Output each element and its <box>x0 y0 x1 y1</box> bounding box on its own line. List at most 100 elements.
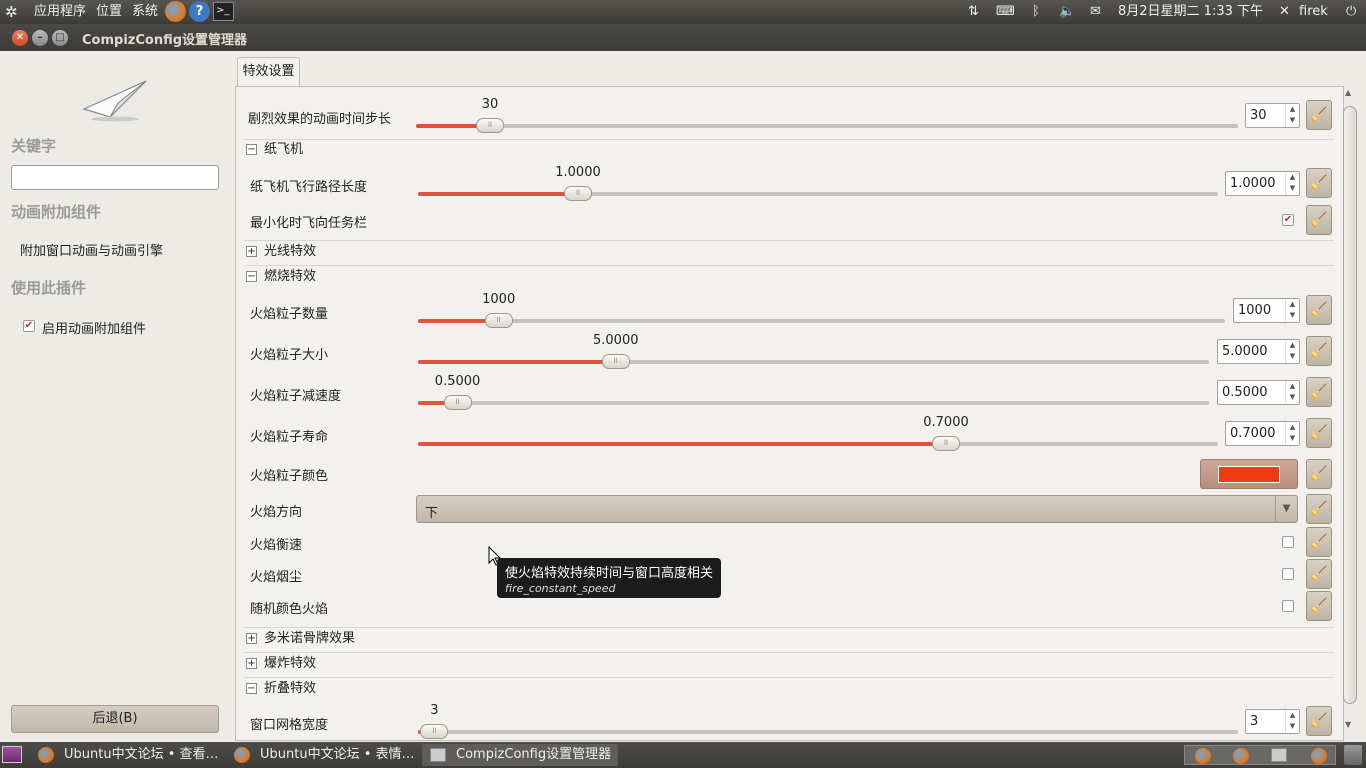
expand-icon[interactable]: + <box>246 246 257 257</box>
spin-arrows-icon[interactable]: ▲ ▼ <box>1285 340 1299 363</box>
reset-button[interactable]: 🧹 <box>1306 591 1332 621</box>
reset-button[interactable]: 🧹 <box>1306 168 1332 198</box>
spin-arrows-icon[interactable]: ▲ ▼ <box>1285 710 1299 733</box>
collapse-icon[interactable]: − <box>246 144 257 155</box>
workspace-switcher[interactable] <box>1184 745 1336 765</box>
spin-arrows-icon[interactable]: ▲ ▼ <box>1285 381 1299 404</box>
slider-thumb[interactable]: ll <box>475 118 504 133</box>
burn-smoke-checkbox[interactable] <box>1282 568 1294 580</box>
search-input[interactable] <box>11 165 219 190</box>
keyword-heading: 关键字 <box>11 137 57 155</box>
slider-thumb[interactable]: ll <box>932 436 960 451</box>
user-name[interactable]: firek <box>1299 0 1328 24</box>
scroll-thumb[interactable] <box>1343 106 1357 704</box>
fold-grid-spinbox[interactable]: 3 ▲ ▼ <box>1245 709 1300 734</box>
spin-arrows-icon[interactable]: ▲ ▼ <box>1285 172 1299 195</box>
airplane-minimize-checkbox[interactable]: ✔ <box>1282 214 1294 226</box>
airplane-path-slider[interactable]: ll 1.0000 <box>418 165 1218 201</box>
reset-button[interactable]: 🧹 <box>1306 706 1332 736</box>
menu-applications[interactable]: 应用程序 <box>34 0 86 24</box>
burn-size-spinbox[interactable]: 5.0000 ▲ ▼ <box>1217 339 1300 364</box>
airplane-path-spinbox[interactable]: 1.0000 ▲ ▼ <box>1225 171 1300 196</box>
section-airplane[interactable]: − 纸飞机 <box>246 140 303 160</box>
burn-size-slider[interactable]: ll 5.0000 <box>418 333 1209 369</box>
burn-particles-spinbox[interactable]: 1000 ▲ ▼ <box>1233 298 1300 323</box>
reset-button[interactable]: 🧹 <box>1306 100 1332 130</box>
volume-icon[interactable]: 🔈 <box>1059 0 1075 24</box>
airplane-minimize-label: 最小化时飞向任务栏 <box>250 216 368 231</box>
enable-plugin-checkbox[interactable]: ✔ <box>23 320 35 332</box>
spin-arrows-icon[interactable]: ▲ ▼ <box>1285 104 1299 127</box>
firefox-launcher-icon[interactable] <box>165 1 186 22</box>
reset-button[interactable]: 🧹 <box>1306 559 1332 589</box>
slider-thumb[interactable]: ll <box>443 395 472 410</box>
section-domino[interactable]: + 多米诺骨牌效果 <box>246 629 355 649</box>
collapse-icon[interactable]: − <box>246 271 257 282</box>
burn-random-checkbox[interactable] <box>1282 600 1294 612</box>
burn-life-spinbox[interactable]: 0.7000 ▲ ▼ <box>1225 421 1300 446</box>
burn-constant-speed-checkbox[interactable] <box>1282 536 1294 548</box>
taskbar: Ubuntu中文论坛 • 查看… Ubuntu中文论坛 • 表情… Compiz… <box>0 742 1366 768</box>
burn-color-button[interactable] <box>1200 459 1298 489</box>
burn-slowdown-spinbox[interactable]: 0.5000 ▲ ▼ <box>1217 380 1300 405</box>
mail-icon[interactable]: ✉ <box>1090 0 1101 24</box>
network-icon[interactable]: ⇅ <box>968 0 979 24</box>
user-status-icon[interactable]: ✕ <box>1279 0 1290 24</box>
back-button[interactable]: 后退(B) <box>11 705 219 733</box>
task-forum-emoji[interactable]: Ubuntu中文论坛 • 表情… <box>226 744 422 766</box>
reset-button[interactable]: 🧹 <box>1306 527 1332 557</box>
tab-effect-settings[interactable]: 特效设置 <box>237 57 300 87</box>
burn-slowdown-slider[interactable]: ll 0.5000 <box>418 374 1209 410</box>
scroll-up-icon[interactable]: ▲ <box>1345 88 1351 97</box>
section-beam[interactable]: + 光线特效 <box>246 242 316 262</box>
close-icon[interactable]: ✕ <box>12 30 28 46</box>
bluetooth-icon[interactable]: ᛒ <box>1032 0 1040 24</box>
ubuntu-logo-icon[interactable]: ✲ <box>5 0 18 24</box>
firefox-icon <box>1195 748 1211 764</box>
task-forum-view[interactable]: Ubuntu中文论坛 • 查看… <box>30 744 226 766</box>
section-explode[interactable]: + 爆炸特效 <box>246 654 316 674</box>
reset-button[interactable]: 🧹 <box>1306 418 1332 448</box>
terminal-icon[interactable]: >_ <box>213 2 234 21</box>
keyboard-icon[interactable]: ⌨ <box>996 0 1015 24</box>
burn-life-slider[interactable]: ll 0.7000 <box>418 415 1218 451</box>
slider-value: 0.7000 <box>923 415 969 430</box>
slider-thumb[interactable]: ll <box>601 354 630 369</box>
intense-step-slider[interactable]: ll 30 <box>416 97 1238 133</box>
reset-button[interactable]: 🧹 <box>1306 377 1332 407</box>
task-compizconfig[interactable]: CompizConfig设置管理器 <box>422 744 618 766</box>
slider-thumb[interactable]: ll <box>420 724 449 739</box>
help-icon[interactable]: ? <box>189 1 210 22</box>
collapse-icon[interactable]: − <box>246 683 257 694</box>
section-fold[interactable]: − 折叠特效 <box>246 679 316 699</box>
menu-places[interactable]: 位置 <box>96 0 122 24</box>
reset-button[interactable]: 🧹 <box>1306 295 1332 325</box>
section-burn[interactable]: − 燃烧特效 <box>246 267 316 287</box>
spin-arrows-icon[interactable]: ▲ ▼ <box>1285 299 1299 322</box>
reset-button[interactable]: 🧹 <box>1306 459 1332 489</box>
spin-arrows-icon[interactable]: ▲ ▼ <box>1285 422 1299 445</box>
reset-button[interactable]: 🧹 <box>1306 336 1332 366</box>
burn-color-label: 火焰粒子颜色 <box>250 469 329 484</box>
reset-button[interactable]: 🧹 <box>1306 494 1332 524</box>
scroll-down-icon[interactable]: ▼ <box>1345 720 1351 729</box>
intense-step-spinbox[interactable]: 30 ▲ ▼ <box>1245 103 1300 128</box>
trash-icon[interactable] <box>1344 745 1362 765</box>
burn-particles-slider[interactable]: ll 1000 <box>418 292 1225 328</box>
maximize-icon[interactable]: □ <box>52 30 68 46</box>
show-desktop-icon[interactable] <box>2 746 22 763</box>
power-icon[interactable]: ⏻ <box>1346 0 1356 24</box>
expand-icon[interactable]: + <box>246 633 257 644</box>
window-titlebar[interactable]: ✕ – □ CompizConfig设置管理器 <box>0 24 1366 51</box>
vertical-scrollbar[interactable]: ▲ ▼ <box>1341 88 1359 738</box>
burn-direction-dropdown[interactable]: 下 ▼ <box>416 495 1298 523</box>
expand-icon[interactable]: + <box>246 658 257 669</box>
slider-thumb[interactable]: ll <box>564 186 592 201</box>
minimize-icon[interactable]: – <box>32 30 48 46</box>
chevron-down-icon[interactable]: ▼ <box>1275 496 1297 522</box>
slider-thumb[interactable]: ll <box>484 313 513 328</box>
fold-grid-slider[interactable]: ll 3 <box>418 703 1238 739</box>
reset-button[interactable]: 🧹 <box>1306 205 1332 235</box>
menu-system[interactable]: 系统 <box>132 0 158 24</box>
clock[interactable]: 8月2日星期二 1:33 下午 <box>1118 0 1263 24</box>
